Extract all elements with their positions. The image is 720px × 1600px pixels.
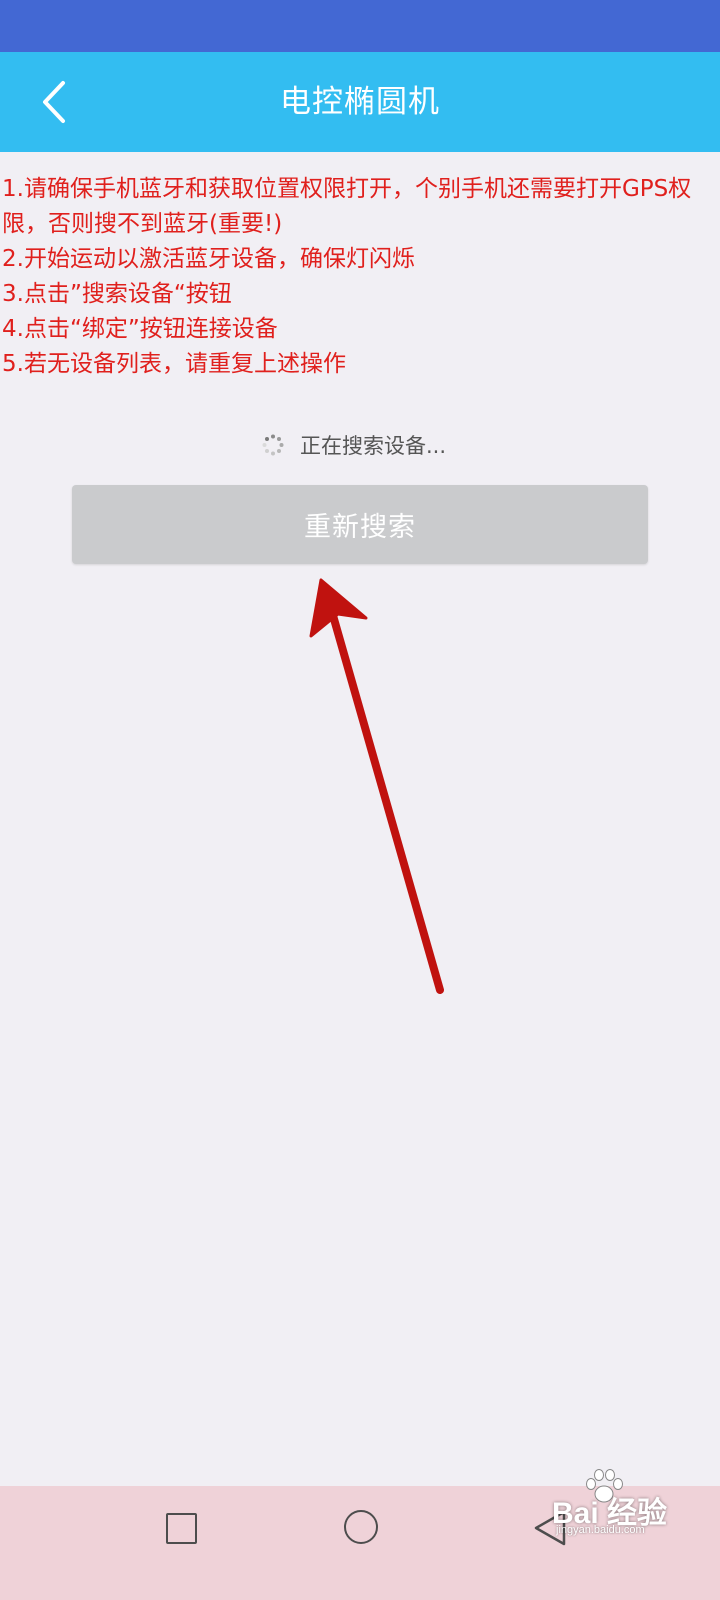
research-button[interactable]: 重新搜索 [72, 485, 648, 564]
loading-spinner-icon [262, 434, 284, 456]
instruction-item: 5.若无设备列表，请重复上述操作 [2, 351, 346, 377]
home-button[interactable] [344, 1510, 378, 1544]
search-status-row: 正在搜索设备... [0, 425, 720, 465]
navigation-bar [0, 1486, 720, 1600]
instruction-item: 3.点击”搜索设备“按钮 [2, 281, 232, 307]
search-status-text: 正在搜索设备... [299, 434, 447, 458]
recents-button[interactable] [166, 1513, 197, 1544]
app-bar: 电控椭圆机 [0, 52, 720, 152]
instruction-item: 2.开始运动以激活蓝牙设备，确保灯闪烁 [2, 246, 415, 272]
instruction-item: 1.请确保手机蓝牙和获取位置权限打开，个别手机还需要打开GPS权限，否则搜不到蓝… [2, 176, 692, 237]
status-bar [0, 0, 720, 52]
page-title: 电控椭圆机 [280, 84, 440, 120]
triangle-back-icon[interactable] [530, 1508, 570, 1548]
instruction-list: 1.请确保手机蓝牙和获取位置权限打开，个别手机还需要打开GPS权限，否则搜不到蓝… [2, 172, 714, 382]
instruction-item: 4.点击“绑定”按钮连接设备 [2, 316, 278, 342]
